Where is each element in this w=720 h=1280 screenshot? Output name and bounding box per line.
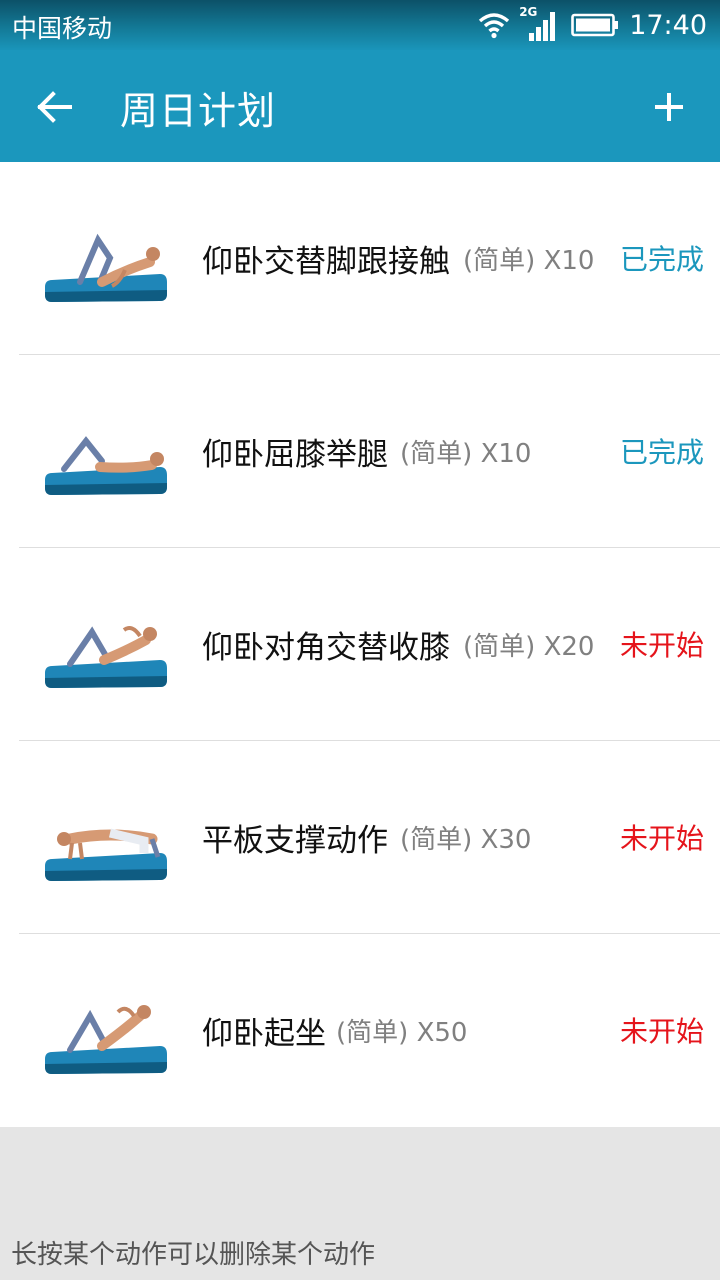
exercise-level: (简单) X30 — [400, 825, 532, 855]
exercise-status: 未开始 — [619, 822, 704, 855]
exercise-status: 未开始 — [619, 629, 704, 662]
exercise-reps: X50 — [416, 1018, 468, 1048]
exercise-thumbnail — [45, 1005, 167, 1074]
status-time: 17:40 — [629, 9, 707, 41]
arrow-left-icon — [37, 91, 72, 123]
exercise-name: 仰卧交替脚跟接触 — [202, 244, 450, 280]
carrier-label: 中国移动 — [12, 14, 113, 43]
app-bar: 周日计划 — [0, 50, 720, 162]
exercise-status: 未开始 — [619, 1015, 704, 1048]
add-exercise-button[interactable] — [646, 84, 692, 130]
plus-icon — [655, 93, 683, 121]
exercise-row[interactable]: 仰卧起坐 (简单) X50 未开始 — [0, 934, 720, 1127]
exercise-level: (简单) X20 — [463, 632, 595, 662]
footer: 长按某个动作可以删除某个动作 — [0, 1127, 720, 1280]
exercise-row[interactable]: 平板支撑动作 (简单) X30 未开始 — [0, 741, 720, 934]
status-icons: 2G 17:40 — [477, 5, 707, 44]
exercise-name: 仰卧起坐 — [202, 1016, 326, 1052]
status-bar: 中国移动 2G 17:40 — [0, 0, 720, 50]
exercise-name: 仰卧屈膝举腿 — [202, 437, 388, 473]
exercise-status: 已完成 — [619, 243, 704, 276]
exercise-reps: X10 — [543, 246, 595, 276]
exercise-level: (简单) X10 — [463, 246, 595, 276]
exercise-thumbnail — [45, 233, 167, 302]
exercise-reps: X30 — [480, 825, 532, 855]
exercise-level: (简单) X10 — [400, 439, 532, 469]
exercise-list: 仰卧交替脚跟接触 (简单) X10 已完成 仰卧屈膝举腿 (简单) X10 已完… — [0, 162, 720, 1127]
exercise-row[interactable]: 仰卧交替脚跟接触 (简单) X10 已完成 — [0, 162, 720, 355]
signal-icon: 2G — [519, 5, 559, 43]
delete-hint: 长按某个动作可以删除某个动作 — [11, 1240, 376, 1270]
exercise-row[interactable]: 仰卧屈膝举腿 (简单) X10 已完成 — [0, 355, 720, 548]
exercise-reps: X10 — [480, 439, 532, 469]
exercise-status: 已完成 — [619, 436, 704, 469]
exercise-thumbnail — [45, 626, 167, 688]
exercise-level: (简单) X50 — [336, 1018, 468, 1048]
wifi-icon — [479, 13, 510, 39]
page-title: 周日计划 — [120, 89, 277, 133]
exercise-name: 仰卧对角交替收膝 — [202, 630, 450, 666]
exercise-reps: X20 — [543, 632, 595, 662]
exercise-name: 平板支撑动作 — [202, 823, 388, 859]
exercise-thumbnail — [45, 436, 167, 495]
battery-icon — [571, 13, 619, 37]
exercise-thumbnail — [45, 828, 167, 881]
exercise-row[interactable]: 仰卧对角交替收膝 (简单) X20 未开始 — [0, 548, 720, 741]
back-button[interactable] — [30, 84, 80, 130]
